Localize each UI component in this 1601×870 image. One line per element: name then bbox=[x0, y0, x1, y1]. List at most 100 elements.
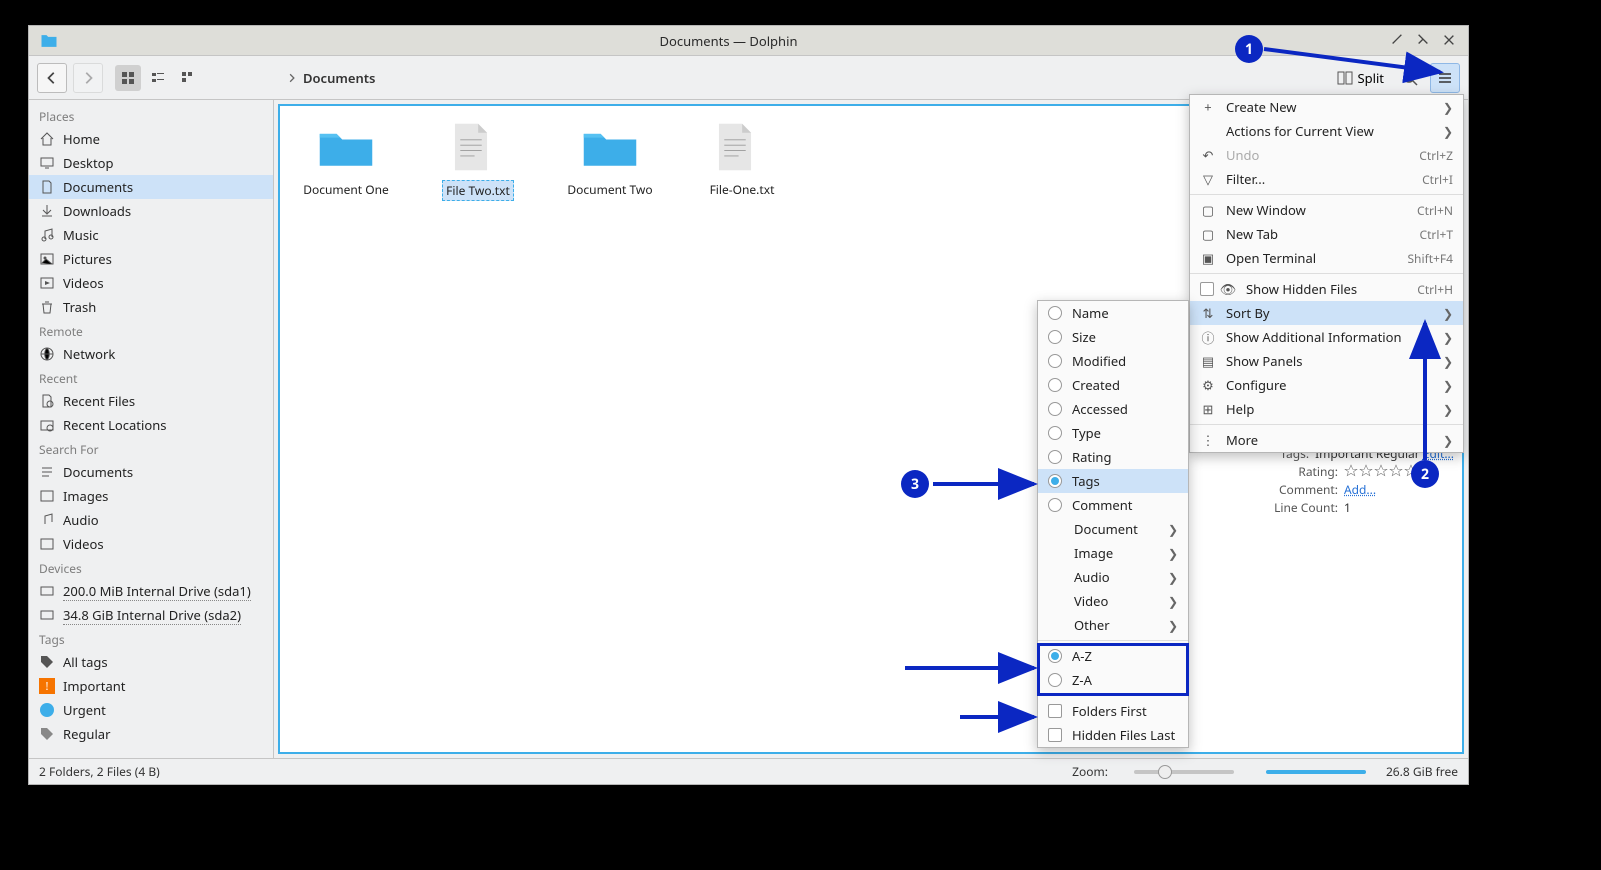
menu-filter[interactable]: ▽Filter...Ctrl+I bbox=[1190, 167, 1463, 191]
folder-icon bbox=[316, 122, 376, 172]
recent-locations-icon bbox=[39, 417, 55, 433]
sort-hidden-last[interactable]: Hidden Files Last bbox=[1038, 723, 1188, 747]
sort-folders-first[interactable]: Folders First bbox=[1038, 699, 1188, 723]
drive-icon bbox=[39, 583, 55, 599]
sort-name[interactable]: Name bbox=[1038, 301, 1188, 325]
menu-actions-view[interactable]: Actions for Current View❯ bbox=[1190, 119, 1463, 143]
sort-modified[interactable]: Modified bbox=[1038, 349, 1188, 373]
places-sidebar: Places Home Desktop Documents Downloads … bbox=[29, 100, 274, 758]
sidebar-item-network[interactable]: Network bbox=[29, 342, 273, 366]
sort-video[interactable]: Video❯ bbox=[1038, 589, 1188, 613]
search-header: Search For bbox=[29, 437, 273, 460]
sidebar-tag-urgent[interactable]: Urgent bbox=[29, 698, 273, 722]
filter-icon: ▽ bbox=[1200, 171, 1216, 187]
zoom-label: Zoom: bbox=[1072, 763, 1108, 780]
menu-show-hidden[interactable]: 👁Show Hidden FilesCtrl+H bbox=[1190, 277, 1463, 301]
maximize-icon[interactable] bbox=[1416, 33, 1432, 49]
radio-icon bbox=[1048, 330, 1062, 344]
sidebar-search-documents[interactable]: Documents bbox=[29, 460, 273, 484]
sort-comment[interactable]: Comment bbox=[1038, 493, 1188, 517]
compact-view-button[interactable] bbox=[145, 65, 171, 91]
search-images-icon bbox=[39, 488, 55, 504]
sidebar-item-downloads[interactable]: Downloads bbox=[29, 199, 273, 223]
free-space-bar bbox=[1266, 770, 1366, 774]
sidebar-item-recent-files[interactable]: Recent Files bbox=[29, 389, 273, 413]
sidebar-item-pictures[interactable]: Pictures bbox=[29, 247, 273, 271]
split-button[interactable]: Split bbox=[1331, 65, 1390, 91]
info-icon: ⓘ bbox=[1200, 329, 1216, 345]
split-label: Split bbox=[1357, 69, 1384, 87]
menu-new-tab[interactable]: ▢New TabCtrl+T bbox=[1190, 222, 1463, 246]
menu-new-window[interactable]: ▢New WindowCtrl+N bbox=[1190, 198, 1463, 222]
sidebar-item-videos[interactable]: Videos bbox=[29, 271, 273, 295]
forward-button[interactable] bbox=[73, 63, 103, 93]
sort-rating[interactable]: Rating bbox=[1038, 445, 1188, 469]
menu-show-panels[interactable]: ▤Show Panels❯ bbox=[1190, 349, 1463, 373]
desktop-icon bbox=[39, 155, 55, 171]
sidebar-search-images[interactable]: Images bbox=[29, 484, 273, 508]
zoom-slider[interactable] bbox=[1134, 770, 1234, 774]
sort-size[interactable]: Size bbox=[1038, 325, 1188, 349]
menu-open-terminal[interactable]: ▣Open TerminalShift+F4 bbox=[1190, 246, 1463, 270]
minimize-icon[interactable] bbox=[1390, 33, 1406, 49]
videos-icon bbox=[39, 275, 55, 291]
sort-icon: ⇅ bbox=[1200, 305, 1216, 321]
sidebar-item-desktop[interactable]: Desktop bbox=[29, 151, 273, 175]
undo-icon: ↶ bbox=[1200, 147, 1216, 163]
sidebar-item-documents[interactable]: Documents bbox=[29, 175, 273, 199]
sort-type[interactable]: Type bbox=[1038, 421, 1188, 445]
close-icon[interactable] bbox=[1442, 33, 1458, 49]
text-file-icon bbox=[448, 122, 508, 172]
annotation-badge-2: 2 bbox=[1411, 460, 1439, 488]
sidebar-item-recent-locations[interactable]: Recent Locations bbox=[29, 413, 273, 437]
hamburger-menu-button[interactable] bbox=[1430, 63, 1460, 93]
file-item[interactable]: File Two.txt bbox=[432, 122, 524, 201]
sort-image[interactable]: Image❯ bbox=[1038, 541, 1188, 565]
sidebar-tag-regular[interactable]: Regular bbox=[29, 722, 273, 746]
radio-icon bbox=[1048, 378, 1062, 392]
menu-sort-by[interactable]: ⇅Sort By❯ bbox=[1190, 301, 1463, 325]
breadcrumb[interactable]: Documents bbox=[287, 69, 375, 87]
sidebar-item-music[interactable]: Music bbox=[29, 223, 273, 247]
sidebar-device-sda1[interactable]: 200.0 MiB Internal Drive (sda1) bbox=[29, 579, 273, 603]
radio-icon bbox=[1048, 474, 1062, 488]
sort-other[interactable]: Other❯ bbox=[1038, 613, 1188, 637]
panels-icon: ▤ bbox=[1200, 353, 1216, 369]
file-item[interactable]: Document One bbox=[300, 122, 392, 199]
statusbar: 2 Folders, 2 Files (4 B) Zoom: 26.8 GiB … bbox=[29, 758, 1468, 784]
sort-audio[interactable]: Audio❯ bbox=[1038, 565, 1188, 589]
sidebar-search-audio[interactable]: Audio bbox=[29, 508, 273, 532]
add-comment-link[interactable]: Add... bbox=[1344, 481, 1376, 498]
menu-configure[interactable]: ⚙Configure❯ bbox=[1190, 373, 1463, 397]
sidebar-item-trash[interactable]: Trash bbox=[29, 295, 273, 319]
sort-created[interactable]: Created bbox=[1038, 373, 1188, 397]
split-icon bbox=[1337, 70, 1353, 86]
menu-help[interactable]: ⊞Help❯ bbox=[1190, 397, 1463, 421]
checkbox-icon bbox=[1048, 704, 1062, 718]
details-view-button[interactable] bbox=[175, 65, 201, 91]
file-item[interactable]: File-One.txt bbox=[696, 122, 788, 199]
file-item[interactable]: Document Two bbox=[564, 122, 656, 199]
sort-tags[interactable]: Tags bbox=[1038, 469, 1188, 493]
folder-icon bbox=[580, 122, 640, 172]
downloads-icon bbox=[39, 203, 55, 219]
sidebar-item-home[interactable]: Home bbox=[29, 127, 273, 151]
menu-undo: ↶UndoCtrl+Z bbox=[1190, 143, 1463, 167]
sort-document[interactable]: Document❯ bbox=[1038, 517, 1188, 541]
menu-create-new[interactable]: +Create New❯ bbox=[1190, 95, 1463, 119]
search-button[interactable] bbox=[1396, 66, 1424, 90]
eye-icon: 👁 bbox=[1220, 281, 1236, 297]
menu-show-additional[interactable]: ⓘShow Additional Information❯ bbox=[1190, 325, 1463, 349]
sidebar-tag-all[interactable]: All tags bbox=[29, 650, 273, 674]
search-documents-icon bbox=[39, 464, 55, 480]
back-button[interactable] bbox=[37, 63, 67, 93]
sidebar-tag-important[interactable]: !Important bbox=[29, 674, 273, 698]
sort-accessed[interactable]: Accessed bbox=[1038, 397, 1188, 421]
icons-view-button[interactable] bbox=[115, 65, 141, 91]
window-icon: ▢ bbox=[1200, 202, 1216, 218]
sidebar-search-videos[interactable]: Videos bbox=[29, 532, 273, 556]
drive-icon bbox=[39, 607, 55, 623]
tab-icon: ▢ bbox=[1200, 226, 1216, 242]
sidebar-device-sda2[interactable]: 34.8 GiB Internal Drive (sda2) bbox=[29, 603, 273, 627]
menu-more[interactable]: ⋮More❯ bbox=[1190, 428, 1463, 452]
